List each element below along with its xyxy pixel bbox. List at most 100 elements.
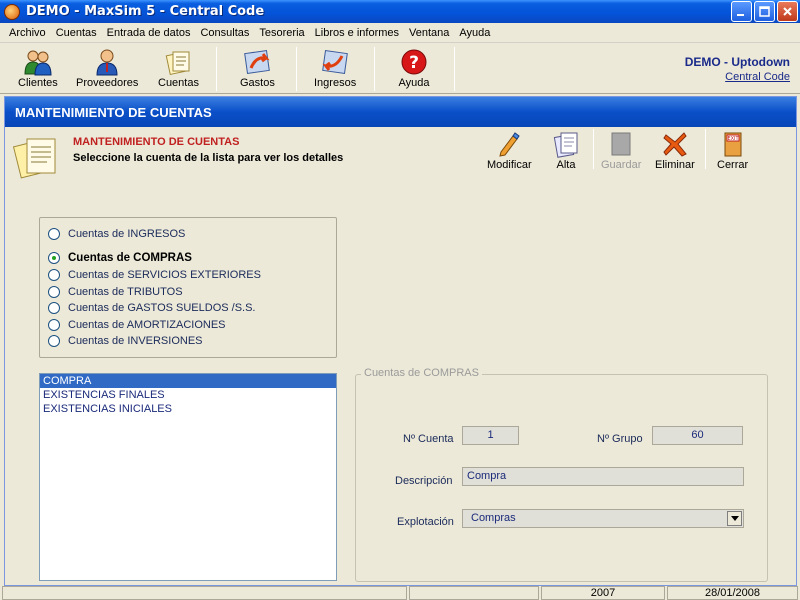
accounts-maintenance-window: MANTENIMIENTO DE CUENTAS MANTENIMIENTO D… <box>4 96 797 586</box>
radio-cuentas-inversiones[interactable]: Cuentas de INVERSIONES <box>48 335 203 347</box>
delete-icon <box>660 129 690 159</box>
exit-icon: EXIT <box>718 129 748 159</box>
n-grupo-label: Nº Grupo <box>597 433 643 445</box>
radio-button[interactable] <box>48 228 60 240</box>
toolbar-clientes-label: Clientes <box>18 77 58 89</box>
income-icon <box>319 47 351 77</box>
company-link[interactable]: Central Code <box>725 71 790 83</box>
guardar-button[interactable]: Guardar <box>601 129 641 175</box>
explotacion-select[interactable]: Compras <box>462 509 744 528</box>
radio-cuentas-amortizaciones[interactable]: Cuentas de AMORTIZACIONES <box>48 319 226 331</box>
radio-button[interactable] <box>48 286 60 298</box>
window-controls <box>731 1 798 22</box>
radio-cuentas-servicios-exteriores[interactable]: Cuentas de SERVICIOS EXTERIORES <box>48 269 261 281</box>
alta-button[interactable]: Alta <box>551 129 581 175</box>
radio-label: Cuentas de COMPRAS <box>68 252 192 264</box>
svg-text:?: ? <box>409 53 419 73</box>
radio-button[interactable] <box>48 335 60 347</box>
supplier-icon <box>91 47 123 77</box>
radio-button[interactable] <box>48 302 60 314</box>
accounts-header-icon <box>12 133 65 179</box>
modificar-label: Modificar <box>487 159 532 171</box>
menu-archivo[interactable]: Archivo <box>4 27 51 39</box>
eliminar-label: Eliminar <box>655 159 695 171</box>
eliminar-button[interactable]: Eliminar <box>655 129 695 175</box>
minimize-button[interactable] <box>731 1 752 22</box>
toolbar-ayuda-button[interactable]: ? Ayuda <box>398 47 430 93</box>
n-cuenta-field[interactable]: 1 <box>462 426 519 445</box>
header-subtitle: Seleccione la cuenta de la lista para ve… <box>73 152 344 164</box>
toolbar-proveedores-button[interactable]: Proveedores <box>76 47 138 93</box>
guardar-label: Guardar <box>601 159 642 171</box>
chevron-down-icon[interactable] <box>727 511 742 526</box>
descripcion-field[interactable]: Compra <box>462 467 744 486</box>
expenses-icon <box>241 47 273 77</box>
explotacion-label: Explotación <box>397 516 454 528</box>
account-details-legend: Cuentas de COMPRAS <box>361 367 482 379</box>
new-document-icon <box>551 129 581 159</box>
list-item[interactable]: EXISTENCIAS FINALES <box>40 388 336 402</box>
company-info: DEMO - Uptodown Central Code <box>685 55 790 83</box>
modificar-button[interactable]: Modificar <box>487 129 532 175</box>
menu-tesoreria[interactable]: Tesoreria <box>254 27 309 39</box>
window-title: DEMO - MaxSim 5 - Central Code <box>26 4 265 19</box>
status-date: 28/01/2008 <box>667 586 798 600</box>
radio-label: Cuentas de AMORTIZACIONES <box>68 319 226 331</box>
toolbar-ingresos-button[interactable]: Ingresos <box>314 47 356 93</box>
radio-button[interactable] <box>48 269 60 281</box>
toolbar-ayuda-label: Ayuda <box>398 77 430 89</box>
toolbar-ingresos-label: Ingresos <box>314 77 357 89</box>
toolbar-cuentas-button[interactable]: Cuentas <box>158 47 199 93</box>
menu-consultas[interactable]: Consultas <box>195 27 254 39</box>
maximize-icon <box>759 6 770 17</box>
help-icon: ? <box>398 47 430 77</box>
maximize-button[interactable] <box>754 1 775 22</box>
toolbar-cuentas-label: Cuentas <box>158 77 199 89</box>
menu-entrada-de-datos[interactable]: Entrada de datos <box>102 27 196 39</box>
status-bar: 2007 28/01/2008 <box>0 586 800 600</box>
company-name: DEMO - Uptodown <box>684 55 790 69</box>
header-title: MANTENIMIENTO DE CUENTAS <box>73 136 240 148</box>
close-button[interactable] <box>777 1 798 22</box>
accounts-listbox[interactable]: COMPRA EXISTENCIAS FINALES EXISTENCIAS I… <box>39 373 337 581</box>
main-toolbar: Clientes Proveedores Cuentas Gastos Ingr… <box>0 43 800 94</box>
radio-button[interactable] <box>48 319 60 331</box>
radio-label: Cuentas de GASTOS SUELDOS /S.S. <box>68 302 256 314</box>
explotacion-selected-value: Compras <box>471 512 516 524</box>
list-item[interactable]: COMPRA <box>40 374 336 388</box>
menu-ventana[interactable]: Ventana <box>404 27 454 39</box>
cerrar-label: Cerrar <box>717 159 749 171</box>
clients-icon <box>22 47 54 77</box>
edit-pencil-icon <box>494 129 524 159</box>
radio-cuentas-compras[interactable]: Cuentas de COMPRAS <box>48 252 192 264</box>
n-grupo-field[interactable]: 60 <box>652 426 743 445</box>
menu-ayuda[interactable]: Ayuda <box>454 27 495 39</box>
radio-label: Cuentas de INVERSIONES <box>68 335 203 347</box>
menu-cuentas[interactable]: Cuentas <box>51 27 102 39</box>
alta-label: Alta <box>556 159 576 171</box>
toolbar-clientes-button[interactable]: Clientes <box>18 47 58 93</box>
inner-window-title: MANTENIMIENTO DE CUENTAS <box>5 97 796 127</box>
radio-label: Cuentas de SERVICIOS EXTERIORES <box>68 269 261 281</box>
radio-cuentas-gastos-sueldos[interactable]: Cuentas de GASTOS SUELDOS /S.S. <box>48 302 256 314</box>
toolbar-gastos-button[interactable]: Gastos <box>240 47 275 93</box>
n-cuenta-label: Nº Cuenta <box>403 433 454 445</box>
save-icon <box>606 129 636 159</box>
status-cell-blank <box>409 586 539 600</box>
svg-text:EXIT: EXIT <box>727 136 739 142</box>
title-bar[interactable]: DEMO - MaxSim 5 - Central Code <box>0 0 800 23</box>
toolbar-gastos-label: Gastos <box>240 77 275 89</box>
toolbar-proveedores-label: Proveedores <box>76 77 139 89</box>
menu-libros-e-informes[interactable]: Libros e informes <box>310 27 404 39</box>
radio-button[interactable] <box>48 252 60 264</box>
account-type-group: Cuentas de INGRESOS Cuentas de COMPRAS C… <box>39 217 337 358</box>
radio-label: Cuentas de TRIBUTOS <box>68 286 183 298</box>
status-cell-main <box>2 586 407 600</box>
minimize-icon <box>737 14 744 16</box>
radio-cuentas-ingresos[interactable]: Cuentas de INGRESOS <box>48 228 185 240</box>
accounts-icon <box>162 47 194 77</box>
radio-cuentas-tributos[interactable]: Cuentas de TRIBUTOS <box>48 286 183 298</box>
app-logo-icon <box>4 3 20 20</box>
list-item[interactable]: EXISTENCIAS INICIALES <box>40 402 336 416</box>
cerrar-button[interactable]: EXIT Cerrar <box>717 129 748 175</box>
